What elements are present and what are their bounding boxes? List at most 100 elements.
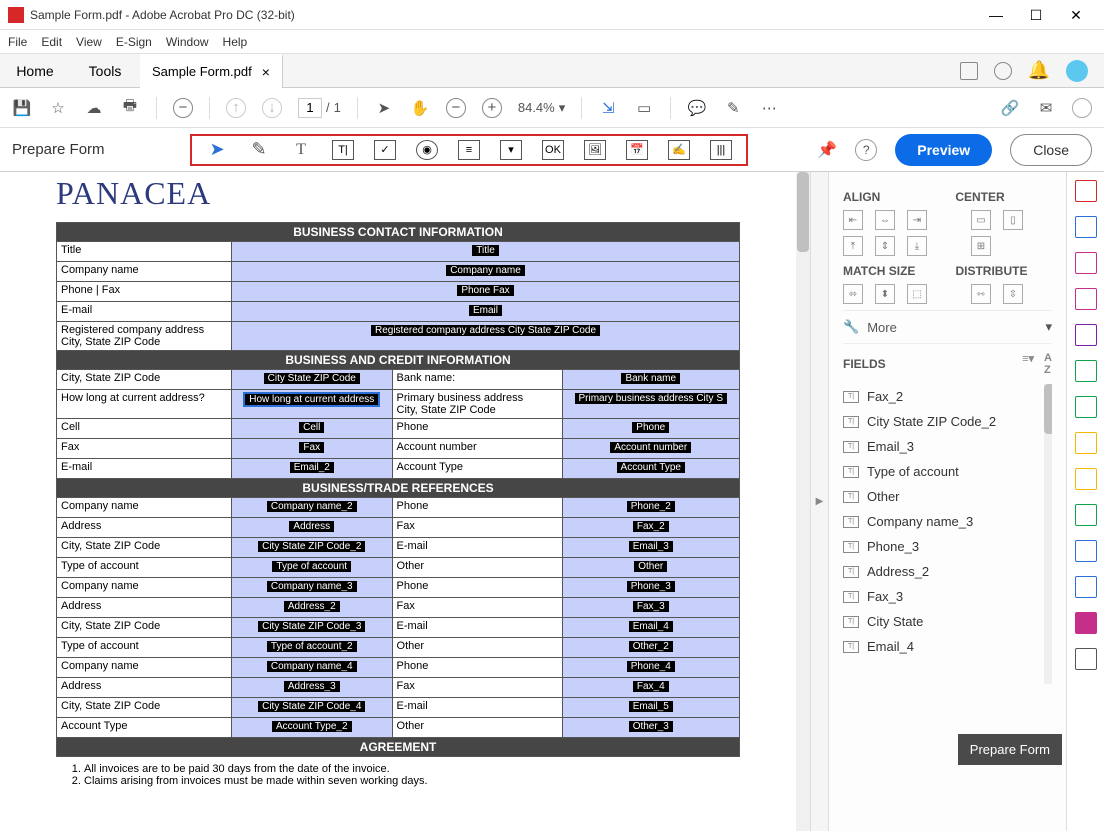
form-field[interactable]: City State ZIP Code_2: [232, 538, 393, 558]
hand-icon[interactable]: ✋: [410, 98, 430, 118]
sort-az-icon[interactable]: AZ: [1044, 352, 1052, 376]
distribute-v-icon[interactable]: ⇳: [1003, 284, 1023, 304]
field-list-scrollbar[interactable]: [1044, 384, 1052, 684]
menu-window[interactable]: Window: [166, 35, 209, 49]
minimize-button[interactable]: —: [976, 1, 1016, 29]
ok-button-icon[interactable]: OK: [542, 140, 564, 160]
center-h-icon[interactable]: ▭: [971, 210, 991, 230]
read-mode-icon[interactable]: ▭: [634, 98, 654, 118]
save-icon[interactable]: 💾: [12, 98, 32, 118]
help-question-icon[interactable]: ?: [855, 139, 877, 161]
form-field[interactable]: Other: [562, 558, 739, 578]
form-field[interactable]: Company name_2: [232, 498, 393, 518]
edit-text-icon[interactable]: ✎: [248, 140, 270, 160]
pointer-icon[interactable]: ➤: [374, 98, 394, 118]
pin-icon[interactable]: 📌: [817, 140, 837, 160]
rail-export-icon[interactable]: [1075, 324, 1097, 346]
highlight-icon[interactable]: ✎: [723, 98, 743, 118]
dropdown-icon[interactable]: ▾: [500, 140, 522, 160]
zoom-dropdown-icon[interactable]: ▾: [559, 100, 566, 116]
print-icon[interactable]: 🖶: [120, 98, 140, 118]
menu-file[interactable]: File: [8, 35, 27, 49]
profile-icon[interactable]: [1072, 98, 1092, 118]
form-field[interactable]: Phone: [562, 419, 739, 439]
form-field[interactable]: How long at current address: [232, 390, 393, 419]
form-field[interactable]: Fax_3: [562, 598, 739, 618]
rail-create-pdf-icon[interactable]: [1075, 180, 1097, 202]
align-middle-icon[interactable]: ⇕: [875, 236, 895, 256]
match-both-icon[interactable]: ⬚: [907, 284, 927, 304]
text-field-icon[interactable]: T|: [332, 140, 354, 160]
align-center-h-icon[interactable]: ⇔: [875, 210, 895, 230]
field-list[interactable]: T|Fax_2T|City State ZIP Code_2T|Email_3T…: [843, 384, 1052, 684]
rail-organize-icon[interactable]: [1075, 360, 1097, 382]
form-field[interactable]: Cell: [232, 419, 393, 439]
help-icon[interactable]: [994, 62, 1012, 80]
form-field[interactable]: Other_2: [562, 638, 739, 658]
align-right-icon[interactable]: ⇥: [907, 210, 927, 230]
form-field[interactable]: City State ZIP Code_4: [232, 698, 393, 718]
page-down-icon[interactable]: ↓: [262, 98, 282, 118]
document-area[interactable]: PANACEA BUSINESS CONTACT INFORMATIONTitl…: [0, 172, 810, 831]
tools-tab[interactable]: Tools: [70, 54, 140, 88]
field-list-item[interactable]: T|Company name_3: [843, 509, 1052, 534]
form-field[interactable]: Email_5: [562, 698, 739, 718]
menu-help[interactable]: Help: [223, 35, 248, 49]
doc-scrollbar[interactable]: [796, 172, 810, 831]
center-both-icon[interactable]: ⊞: [971, 236, 991, 256]
distribute-h-icon[interactable]: ⇿: [971, 284, 991, 304]
rail-sign-icon[interactable]: [1075, 288, 1097, 310]
form-field[interactable]: Account number: [562, 439, 739, 459]
link-icon[interactable]: 🔗: [1000, 98, 1020, 118]
form-field[interactable]: City State ZIP Code: [232, 370, 393, 390]
page-up-icon[interactable]: ↑: [226, 98, 246, 118]
form-field[interactable]: Bank name: [562, 370, 739, 390]
form-field[interactable]: Fax: [232, 439, 393, 459]
form-field[interactable]: Phone_2: [562, 498, 739, 518]
star-icon[interactable]: ☆: [48, 98, 68, 118]
field-list-item[interactable]: T|Email_4: [843, 634, 1052, 659]
date-field-icon[interactable]: 📅: [626, 140, 648, 160]
field-list-item[interactable]: T|Fax_3: [843, 584, 1052, 609]
rail-note-icon[interactable]: [1075, 468, 1097, 490]
field-list-item[interactable]: T|Email_3: [843, 434, 1052, 459]
match-width-icon[interactable]: ⬄: [843, 284, 863, 304]
form-field[interactable]: Registered company address City State ZI…: [232, 322, 740, 351]
cloud-icon[interactable]: ☁: [84, 98, 104, 118]
menu-edit[interactable]: Edit: [41, 35, 62, 49]
form-field[interactable]: Email_2: [232, 459, 393, 479]
form-field[interactable]: Phone Fax: [232, 282, 740, 302]
rail-compare-icon[interactable]: [1075, 504, 1097, 526]
form-field[interactable]: Email_4: [562, 618, 739, 638]
panel-collapse-icon[interactable]: ▶: [810, 172, 828, 831]
form-field[interactable]: Fax_2: [562, 518, 739, 538]
close-window-button[interactable]: ✕: [1056, 1, 1096, 29]
checkbox-icon[interactable]: ✓: [374, 140, 396, 160]
form-field[interactable]: Address_2: [232, 598, 393, 618]
select-tool-icon[interactable]: ➤: [206, 140, 228, 160]
barcode-icon[interactable]: |||: [710, 140, 732, 160]
mail-icon[interactable]: ✉: [1036, 98, 1056, 118]
align-top-icon[interactable]: ⤒: [843, 236, 863, 256]
form-field[interactable]: Address_3: [232, 678, 393, 698]
field-list-item[interactable]: T|City State: [843, 609, 1052, 634]
preview-button[interactable]: Preview: [895, 134, 992, 166]
zoom-value[interactable]: 84.4%: [518, 100, 555, 115]
form-field[interactable]: Primary business address City S: [562, 390, 739, 419]
more-tools-icon[interactable]: ⋯: [759, 98, 779, 118]
rail-scan-icon[interactable]: [1075, 396, 1097, 418]
bell-icon[interactable]: 🔔: [1028, 60, 1050, 81]
menu-esign[interactable]: E-Sign: [116, 35, 152, 49]
field-list-item[interactable]: T|Type of account: [843, 459, 1052, 484]
more-row[interactable]: 🔧 More ▾: [843, 310, 1052, 344]
rail-prepare-form-icon[interactable]: [1075, 612, 1097, 634]
form-field[interactable]: Email: [232, 302, 740, 322]
center-v-icon[interactable]: ▯: [1003, 210, 1023, 230]
user-avatar[interactable]: [1066, 60, 1088, 82]
comment-icon[interactable]: 💬: [687, 98, 707, 118]
form-field[interactable]: Email_3: [562, 538, 739, 558]
form-field[interactable]: Address: [232, 518, 393, 538]
form-field[interactable]: Phone_3: [562, 578, 739, 598]
signature-field-icon[interactable]: ✍: [668, 140, 690, 160]
rail-edit-icon[interactable]: [1075, 252, 1097, 274]
